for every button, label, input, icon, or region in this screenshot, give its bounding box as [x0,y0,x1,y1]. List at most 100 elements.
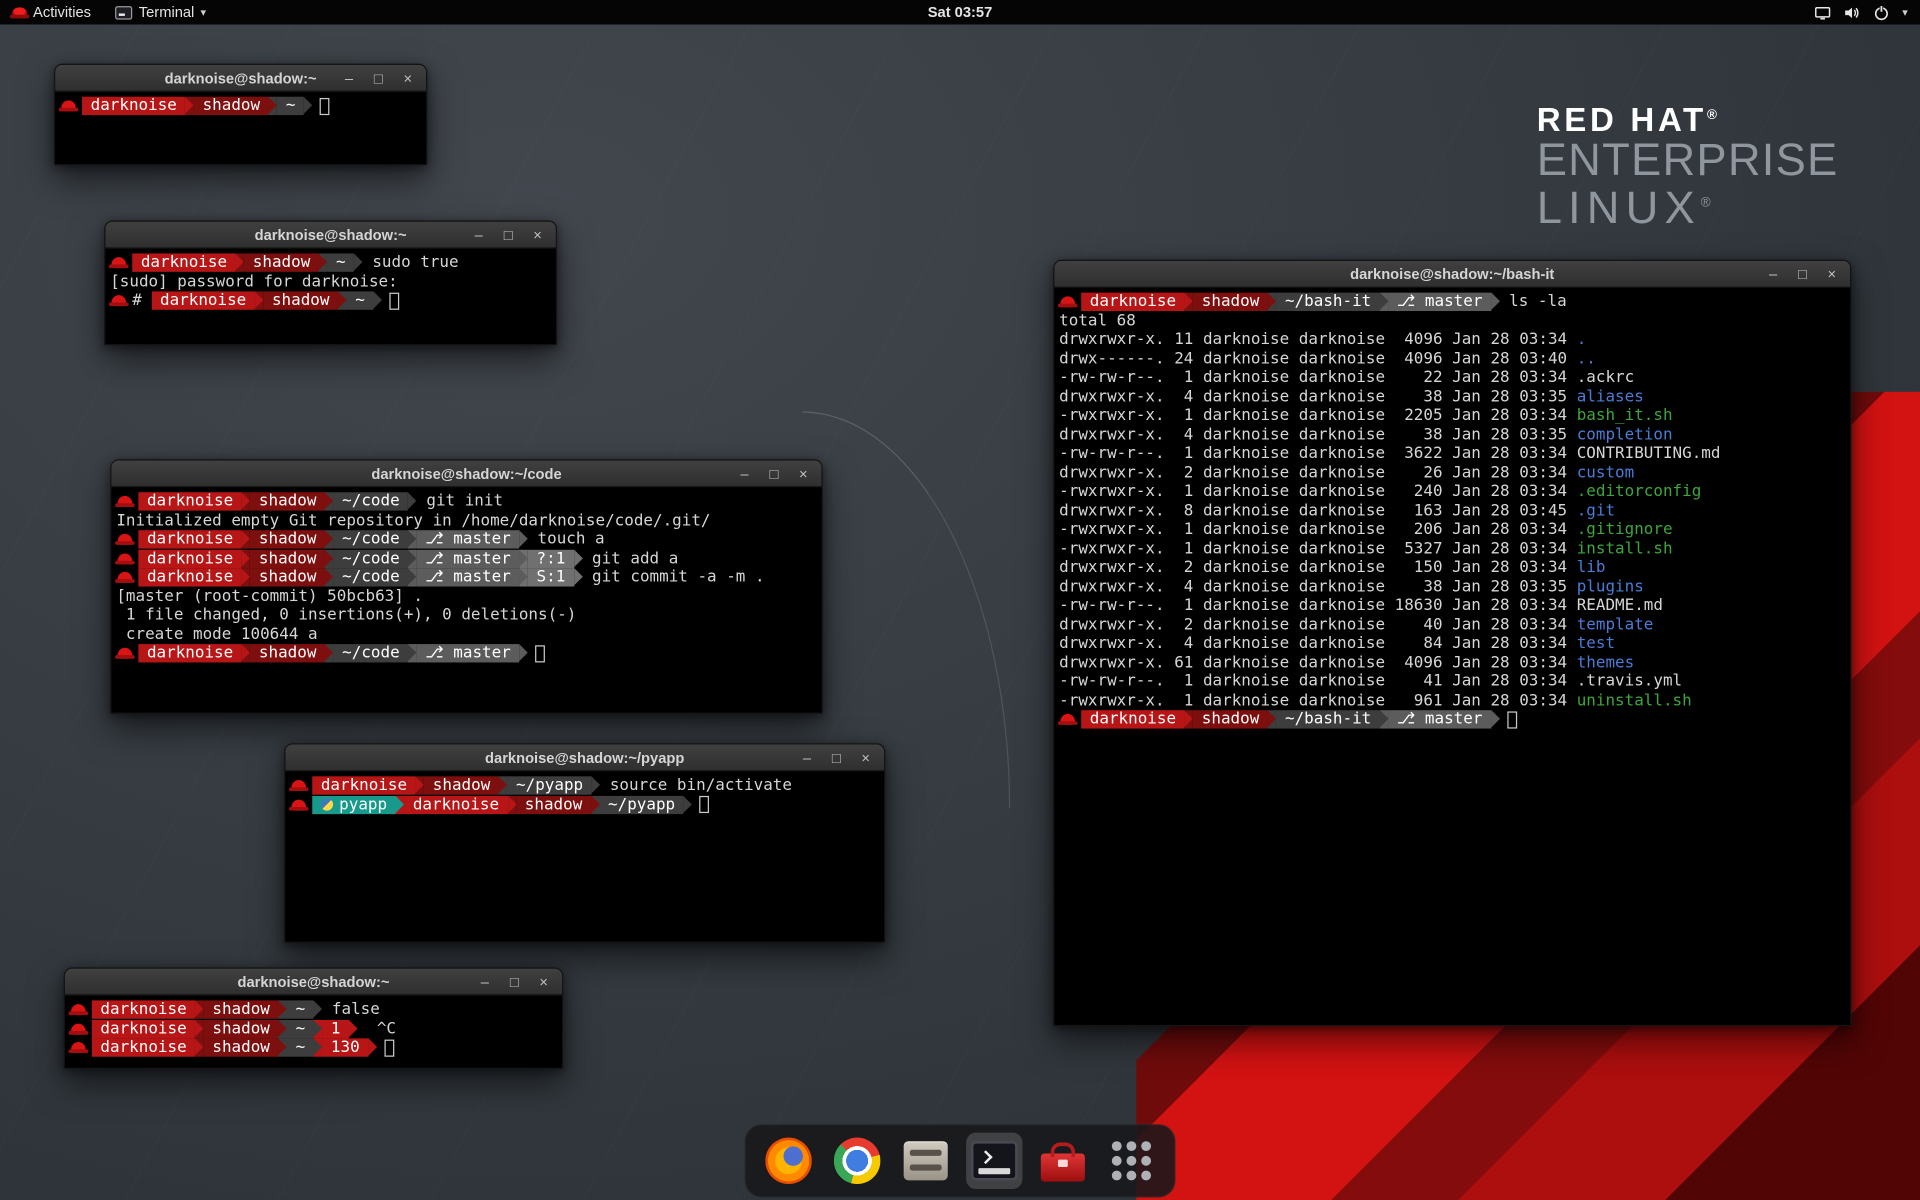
terminal-text: bash_it.sh [1577,407,1673,425]
powerline-separator [278,1039,287,1057]
terminal-line: drwxrwxr-x. 61 darknoise darknoise 4096 … [1059,653,1848,672]
powerline-separator [408,644,417,662]
terminal-line: -rw-rw-r--. 1 darknoise darknoise 22 Jan… [1059,369,1848,388]
terminal-text: -rwxrwxr-x. 1 darknoise darknoise 2205 J… [1059,407,1577,425]
window-titlebar[interactable]: darknoise@shadow:~ – □ × [105,222,556,249]
close-button[interactable]: × [536,969,551,993]
terminal-content[interactable]: darknoiseshadow~/pyapp source bin/activa… [285,771,884,814]
window-titlebar[interactable]: darknoise@shadow:~/bash-it – □ × [1054,261,1850,288]
maximize-button[interactable]: □ [507,969,522,993]
powerline-separator [1268,711,1277,729]
minimize-button[interactable]: – [1766,261,1781,285]
terminal-line: darknoiseshadow~/bash-it⎇ master [1059,710,1848,729]
terminal-content[interactable]: darknoiseshadow~ [55,92,426,116]
close-button[interactable]: × [400,66,415,90]
terminal-line: drwxrwxr-x. 4 darknoise darknoise 84 Jan… [1059,634,1848,653]
terminal-text: git commit -a -m . [582,568,764,586]
terminal-line: -rwxrwxr-x. 1 darknoise darknoise 961 Ja… [1059,691,1848,710]
terminal-window: darknoise@shadow:~/code – □ × darknoises… [110,459,823,714]
powerline-separator [591,796,600,814]
window-titlebar[interactable]: darknoise@shadow:~/code – □ × [111,460,821,487]
clock[interactable]: Sat 03:57 [928,4,993,21]
close-button[interactable]: × [796,461,811,485]
dock-item-app-grid[interactable] [1103,1133,1159,1189]
powerline-separator [408,549,417,567]
prompt-segment: ~ [287,1039,314,1057]
powerline-separator [195,1001,204,1019]
close-button[interactable]: × [1824,261,1839,285]
app-menu[interactable]: Terminal ▾ [103,0,218,24]
terminal-content[interactable]: darknoiseshadow~ sudo true[sudo] passwor… [105,249,556,311]
maximize-button[interactable]: □ [1795,261,1810,285]
close-button[interactable]: × [530,222,545,246]
prompt-segment: shadow [516,796,591,814]
minimize-button[interactable]: – [800,745,815,769]
terminal-line: darknoiseshadow~/code⎇ master [116,644,819,663]
powerline-separator [373,292,382,310]
prompt-segment: ⎇ master [417,568,520,586]
window-title: darknoise@shadow:~/bash-it [1054,265,1850,282]
minimize-button[interactable]: – [471,222,486,246]
terminal-text: install.sh [1577,540,1673,558]
powerline-separator [1185,293,1194,311]
prompt-segment: ~/code [334,568,409,586]
prompt-segment: darknoise [138,549,241,567]
dock-item-chrome[interactable] [829,1133,885,1189]
terminal-line: -rw-rw-r--. 1 darknoise darknoise 18630 … [1059,596,1848,615]
powerline-separator [592,777,601,795]
minimize-button[interactable]: – [478,969,493,993]
prompt-segment: darknoise [404,796,507,814]
dock-item-files[interactable] [898,1133,954,1189]
prompt-segment: ~ [347,292,374,310]
terminal-text: .gitignore [1577,521,1673,539]
terminal-text: create mode 100644 a [116,625,317,643]
terminal-line: darknoiseshadow~/code git init [116,492,819,511]
prompt-redhat-icon [71,1042,86,1053]
terminal-content[interactable]: darknoiseshadow~ falsedarknoiseshadow~1 … [65,996,562,1058]
powerline-separator [314,1001,323,1019]
terminal-content[interactable]: darknoiseshadow~/bash-it⎇ master ls -lat… [1054,288,1850,729]
minimize-button[interactable]: – [342,66,357,90]
powerline-separator [185,97,194,115]
prompt-redhat-icon [118,572,133,583]
powerline-separator [314,1020,323,1038]
activities-button[interactable]: Activities [0,0,103,24]
terminal-text: test [1577,635,1615,653]
window-titlebar[interactable]: darknoise@shadow:~/pyapp – □ × [285,744,884,771]
maximize-button[interactable]: □ [767,461,782,485]
minimize-button[interactable]: – [737,461,752,485]
prompt-segment: ~/pyapp [599,796,683,814]
prompt-segment: ~/code [334,549,409,567]
terminal-cursor [1507,711,1517,728]
terminal-text: .. [1577,350,1596,368]
dock-item-firefox[interactable] [760,1133,816,1189]
terminal-line: pyapp darknoise shadow ~/pyapp [290,795,881,814]
maximize-button[interactable]: □ [829,745,844,769]
maximize-button[interactable]: □ [501,222,516,246]
terminal-text: -rwxrwxr-x. 1 darknoise darknoise 5327 J… [1059,540,1577,558]
terminal-text: -rwxrwxr-x. 1 darknoise darknoise 240 Ja… [1059,483,1577,501]
maximize-button[interactable]: □ [371,66,386,90]
terminal-text: -rwxrwxr-x. 1 darknoise darknoise 206 Ja… [1059,521,1577,539]
window-titlebar[interactable]: darknoise@shadow:~ – □ × [65,969,562,996]
powerline-separator [319,254,328,272]
chrome-icon [834,1138,881,1185]
terminal-app-icon [116,6,133,19]
terminal-text: [sudo] password for darknoise: [110,273,407,291]
powerline-separator [354,254,363,272]
terminal-content[interactable]: darknoiseshadow~/code git initInitialize… [111,487,821,663]
window-title: darknoise@shadow:~/code [111,465,821,482]
dock-item-terminal[interactable] [966,1133,1022,1189]
terminal-line: -rwxrwxr-x. 1 darknoise darknoise 206 Ja… [1059,520,1848,539]
close-button[interactable]: × [858,745,873,769]
prompt-segment: pyapp [312,796,395,814]
prompt-segment: ⎇ master [1388,293,1491,311]
powerline-separator [519,568,528,586]
dock-item-toolbox[interactable] [1035,1133,1091,1189]
terminal-line: darknoiseshadow~130 [70,1038,560,1057]
terminal-line: drwx------. 24 darknoise darknoise 4096 … [1059,350,1848,369]
window-titlebar[interactable]: darknoise@shadow:~ – □ × [55,65,426,92]
terminal-text: template [1577,616,1654,634]
prompt-segment: darknoise [92,1039,195,1057]
system-tray[interactable]: ▾ [1814,0,1920,24]
